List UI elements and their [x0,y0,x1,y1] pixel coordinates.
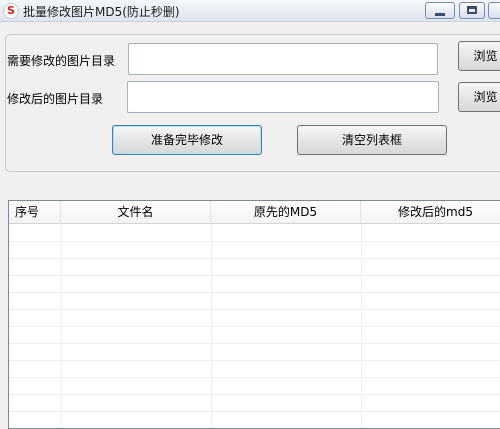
row-gridline [9,411,500,412]
column-header-filename[interactable]: 文件名 [61,201,211,224]
browse-source-button[interactable]: 浏览 [458,41,500,71]
maximize-button[interactable] [459,2,485,19]
app-icon: S [3,3,19,19]
browse-output-button[interactable]: 浏览 [458,82,500,112]
row-gridline [9,360,500,361]
maximize-icon [467,6,477,14]
column-header-original-md5[interactable]: 原先的MD5 [211,201,361,224]
clear-list-button[interactable]: 清空列表框 [297,125,447,155]
row-gridline [9,343,500,344]
output-dir-label: 修改后的图片目录 [7,92,104,106]
minimize-icon [435,13,445,16]
close-button[interactable] [488,2,500,19]
source-dir-label: 需要修改的图片目录 [7,54,116,68]
row-gridline [9,394,500,395]
output-dir-input[interactable] [127,81,439,113]
start-modify-button[interactable]: 准备完毕修改 [112,125,262,155]
title-bar[interactable]: S 批量修改图片MD5(防止秒删) [0,0,500,22]
file-list[interactable]: 序号 文件名 原先的MD5 修改后的md5 [8,200,500,429]
list-header: 序号 文件名 原先的MD5 修改后的md5 [9,201,500,224]
row-gridline [9,275,500,276]
row-gridline [9,377,500,378]
row-gridline [9,326,500,327]
row-gridline [9,258,500,259]
column-header-new-md5[interactable]: 修改后的md5 [361,201,500,224]
row-gridline [9,292,500,293]
row-gridline [9,309,500,310]
row-gridline [9,241,500,242]
window-title: 批量修改图片MD5(防止秒删) [23,5,180,19]
source-dir-input[interactable] [128,43,438,75]
minimize-button[interactable] [425,2,455,19]
column-header-index[interactable]: 序号 [9,201,61,224]
